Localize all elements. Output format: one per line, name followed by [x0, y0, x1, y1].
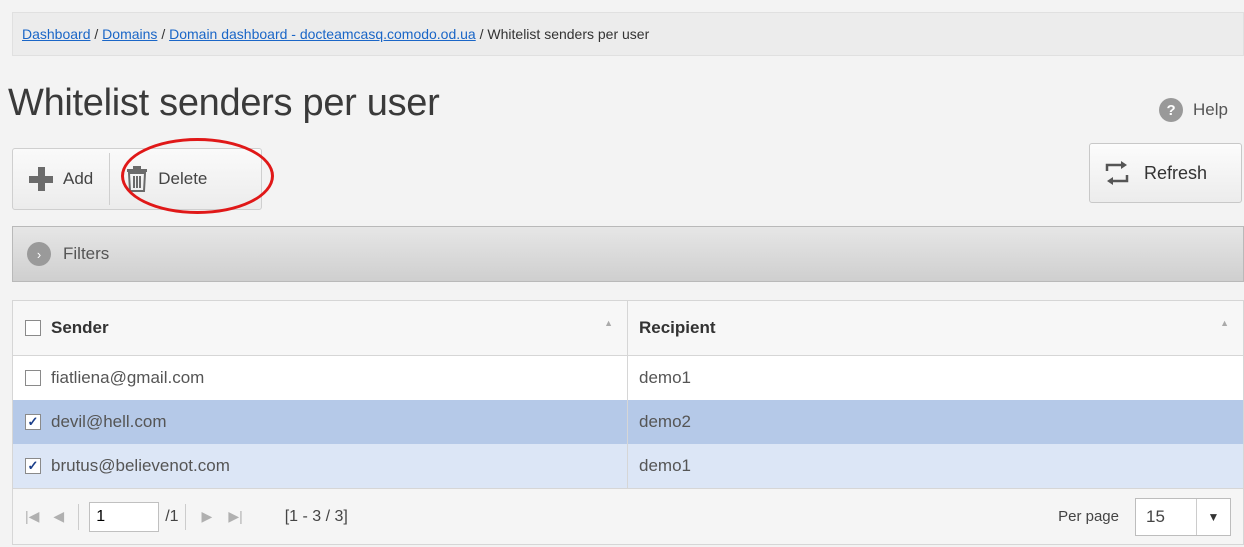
previous-page-icon[interactable]: ◀: [53, 508, 64, 525]
breadcrumb: Dashboard / Domains / Domain dashboard -…: [12, 12, 1244, 56]
breadcrumb-link-dashboard[interactable]: Dashboard: [22, 26, 91, 42]
breadcrumb-link-domain-dashboard[interactable]: Domain dashboard - docteamcasq.comodo.od…: [169, 26, 476, 42]
row-checkbox[interactable]: ✓: [25, 458, 41, 474]
breadcrumb-separator: /: [479, 26, 484, 42]
recipient-cell: demo1: [627, 444, 1243, 488]
sender-cell: ✓ brutus@believenot.com: [13, 444, 627, 488]
sender-cell: ✓ devil@hell.com: [13, 400, 627, 444]
help-button[interactable]: ? Help: [1159, 98, 1228, 122]
sender-text: fiatliena@gmail.com: [51, 368, 205, 387]
refresh-icon: [1105, 161, 1129, 185]
last-page-icon[interactable]: ▶|: [228, 508, 242, 525]
column-header-label: Recipient: [639, 318, 716, 337]
delete-highlight-circle: [121, 138, 274, 214]
table-row[interactable]: fiatliena@gmail.com demo1: [13, 356, 1243, 400]
table-row[interactable]: ✓ devil@hell.com demo2: [13, 400, 1243, 444]
recipient-text: demo1: [639, 456, 691, 475]
breadcrumb-separator: /: [94, 26, 99, 42]
sort-arrow-icon: ▲: [1220, 318, 1229, 328]
column-header-sender[interactable]: Sender ▲: [13, 301, 627, 355]
plus-icon: [29, 167, 53, 191]
help-label: Help: [1193, 100, 1228, 119]
pager-divider: [184, 503, 186, 530]
record-range-text: [1 - 3 / 3]: [284, 507, 348, 525]
page-number-input[interactable]: [89, 501, 160, 532]
add-button[interactable]: Add: [13, 149, 109, 209]
table-row[interactable]: ✓ brutus@believenot.com demo1: [13, 444, 1243, 488]
per-page-select[interactable]: 15 ▼: [1135, 498, 1231, 536]
refresh-button-label: Refresh: [1144, 162, 1208, 183]
page-title: Whitelist senders per user: [8, 82, 440, 124]
pagination-bar: |◀ ◀ /1 ▶ ▶| [1 - 3 / 3] Per page 15 ▼: [13, 488, 1243, 544]
recipient-cell: demo2: [627, 400, 1243, 444]
row-checkbox[interactable]: [25, 370, 41, 386]
column-header-label: Sender: [51, 318, 109, 337]
pager-divider: [78, 503, 80, 530]
recipient-cell: demo1: [627, 356, 1243, 400]
total-pages-text: /1: [165, 507, 179, 525]
chevron-down-icon: ▼: [1196, 499, 1230, 535]
select-all-checkbox[interactable]: [25, 320, 41, 336]
breadcrumb-link-domains[interactable]: Domains: [102, 26, 157, 42]
sender-text: devil@hell.com: [51, 412, 167, 431]
table-header: Sender ▲ Recipient ▲: [13, 301, 1243, 356]
sender-text: brutus@believenot.com: [51, 456, 230, 475]
sort-arrow-icon: ▲: [604, 318, 613, 328]
recipient-text: demo1: [639, 368, 691, 387]
sender-cell: fiatliena@gmail.com: [13, 356, 627, 400]
filters-toggle[interactable]: › Filters: [12, 226, 1244, 282]
breadcrumb-separator: /: [161, 26, 166, 42]
column-header-recipient[interactable]: Recipient ▲: [627, 301, 1243, 355]
per-page-value: 15: [1146, 507, 1165, 526]
add-button-label: Add: [63, 169, 94, 188]
recipient-text: demo2: [639, 412, 691, 431]
refresh-button[interactable]: Refresh: [1089, 143, 1242, 203]
first-page-icon[interactable]: |◀: [25, 508, 39, 525]
next-page-icon[interactable]: ▶: [202, 508, 213, 525]
chevron-right-icon: ›: [27, 242, 51, 266]
row-checkbox[interactable]: ✓: [25, 414, 41, 430]
senders-table: Sender ▲ Recipient ▲ fiatliena@gmail.com…: [12, 300, 1244, 545]
per-page-label: Per page: [1058, 508, 1119, 525]
filters-label: Filters: [63, 244, 110, 263]
help-icon: ?: [1159, 98, 1184, 122]
breadcrumb-current: Whitelist senders per user: [487, 26, 650, 42]
